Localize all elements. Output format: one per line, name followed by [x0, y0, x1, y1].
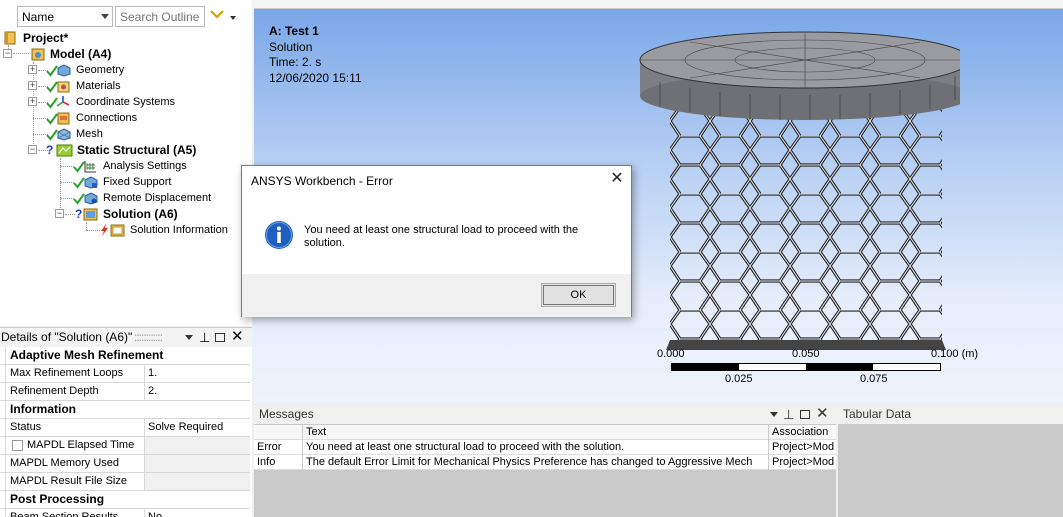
question-mark-icon: ?: [75, 207, 83, 221]
connections-icon: [57, 112, 70, 125]
toolbar-dropdown-icon[interactable]: [230, 16, 236, 20]
messages-column-headers: Text Association: [254, 425, 836, 440]
analysis-title: A: Test 1: [269, 24, 319, 38]
message-row[interactable]: Info The default Error Limit for Mechani…: [254, 455, 836, 470]
collapse-icon[interactable]: −: [28, 145, 37, 154]
solution-information-icon: [110, 224, 125, 237]
error-bolt-icon: [101, 224, 108, 236]
tree-label: Mesh: [76, 128, 103, 140]
drag-grip[interactable]: ::::::::::::: [134, 328, 163, 347]
tree-label: Fixed Support: [103, 176, 172, 188]
pin-icon[interactable]: ⊥: [199, 328, 210, 347]
scale-label: 0.100 (m): [931, 348, 979, 360]
details-row[interactable]: MAPDL Memory Used: [0, 455, 250, 473]
scale-label: 0.075: [860, 373, 888, 385]
expand-icon[interactable]: +: [28, 65, 37, 74]
result-type: Solution: [269, 39, 313, 54]
tree-label: Connections: [76, 112, 138, 124]
menu-dropdown-icon[interactable]: [185, 335, 193, 340]
tree-label: Geometry: [76, 64, 125, 76]
row-checkbox[interactable]: [12, 440, 23, 451]
static-structural-icon: [56, 144, 73, 157]
tabular-title: Tabular Data: [843, 407, 912, 421]
details-group-row[interactable]: Information: [0, 401, 250, 419]
tabular-data-pane: Tabular Data: [838, 405, 1063, 517]
pin-icon[interactable]: ⊥: [783, 405, 794, 424]
tree-label: Materials: [76, 80, 121, 92]
details-row[interactable]: MAPDL Elapsed Time: [0, 437, 250, 455]
tree-label: Analysis Settings: [103, 160, 187, 172]
tree-label: Model (A4): [50, 47, 112, 61]
remote-displacement-icon: [84, 192, 98, 205]
menu-dropdown-icon[interactable]: [770, 412, 778, 417]
tree-label: Project*: [23, 31, 69, 45]
column-header-text[interactable]: Text: [306, 425, 768, 439]
project-icon: [4, 31, 16, 45]
scale-bar: 0.000 0.050 0.100 (m) 0.025 0.075: [655, 348, 985, 388]
details-row[interactable]: MAPDL Result File Size: [0, 473, 250, 491]
tree-label: Coordinate Systems: [76, 96, 176, 108]
messages-pane: Messages ⊥ ✕ Text Association Error You …: [254, 405, 836, 517]
details-group-row[interactable]: Post Processing: [0, 491, 250, 509]
materials-icon: [57, 81, 70, 93]
name-filter-value: Name: [22, 10, 55, 24]
tree-label: Remote Displacement: [103, 192, 212, 204]
messages-header: Messages ⊥ ✕: [254, 405, 836, 424]
info-icon: [265, 221, 293, 249]
filter-chevron-icon[interactable]: [209, 9, 225, 19]
chevron-down-icon: [101, 14, 109, 19]
message-row[interactable]: Error You need at least one structural l…: [254, 440, 836, 455]
graphics-toolbar: [254, 0, 1063, 9]
result-date: 12/06/2020 15:11: [269, 70, 362, 85]
scale-label: 0.000: [657, 348, 685, 360]
dialog-message: You need at least one structural load to…: [304, 224, 579, 249]
close-icon[interactable]: ✕: [231, 327, 244, 346]
tree-label: Static Structural (A5): [77, 143, 197, 157]
details-row[interactable]: Max Refinement Loops 1.: [0, 365, 250, 383]
details-row[interactable]: Status Solve Required: [0, 419, 250, 437]
search-outline-input[interactable]: [115, 6, 205, 27]
details-header: Details of "Solution (A6)" :::::::::::: …: [0, 328, 252, 347]
close-icon[interactable]: ✕: [816, 404, 829, 423]
honeycomb-model: [639, 31, 960, 350]
collapse-icon[interactable]: −: [3, 49, 12, 58]
details-pane: Details of "Solution (A6)" :::::::::::: …: [0, 327, 252, 517]
maximize-icon[interactable]: [800, 410, 810, 419]
scale-label: 0.025: [725, 373, 753, 385]
name-filter-select[interactable]: Name: [17, 6, 113, 27]
mesh-icon: [57, 128, 71, 141]
details-group-row[interactable]: Adaptive Mesh Refinement: [0, 347, 250, 365]
details-title: Details of "Solution (A6)": [1, 330, 133, 344]
error-dialog: ANSYS Workbench - Error ✕ You need at le…: [241, 165, 632, 317]
tree-label: Solution (A6): [103, 207, 178, 221]
analysis-settings-icon: [84, 161, 96, 173]
question-mark-icon: ?: [46, 143, 54, 157]
collapse-icon[interactable]: −: [55, 209, 64, 218]
result-time: Time: 2. s: [269, 55, 322, 69]
scale-label: 0.050: [792, 348, 820, 360]
details-row[interactable]: Beam Section Results No: [0, 509, 250, 517]
expand-icon[interactable]: +: [28, 97, 37, 106]
outline-pane: Name Project* − Model (A4) + Geometry + …: [0, 0, 252, 326]
close-icon[interactable]: ✕: [609, 171, 625, 188]
result-info: A: Test 1 Solution Time: 2. s 12/06/2020…: [269, 24, 362, 86]
model-icon: [31, 48, 45, 61]
messages-title: Messages: [259, 407, 314, 421]
ok-button[interactable]: OK: [541, 283, 616, 307]
geometry-icon: [57, 64, 71, 77]
expand-icon[interactable]: +: [28, 81, 37, 90]
tree-label: Solution Information: [130, 224, 228, 236]
tabular-header: Tabular Data: [838, 405, 1063, 424]
coordinate-axes-icon: [56, 96, 70, 107]
maximize-icon[interactable]: [215, 333, 225, 342]
fixed-support-icon: [84, 176, 98, 189]
dialog-title: ANSYS Workbench - Error: [251, 174, 393, 188]
column-header-association[interactable]: Association: [772, 425, 836, 439]
solution-icon: [83, 208, 98, 221]
details-row[interactable]: Refinement Depth 2.: [0, 383, 250, 401]
